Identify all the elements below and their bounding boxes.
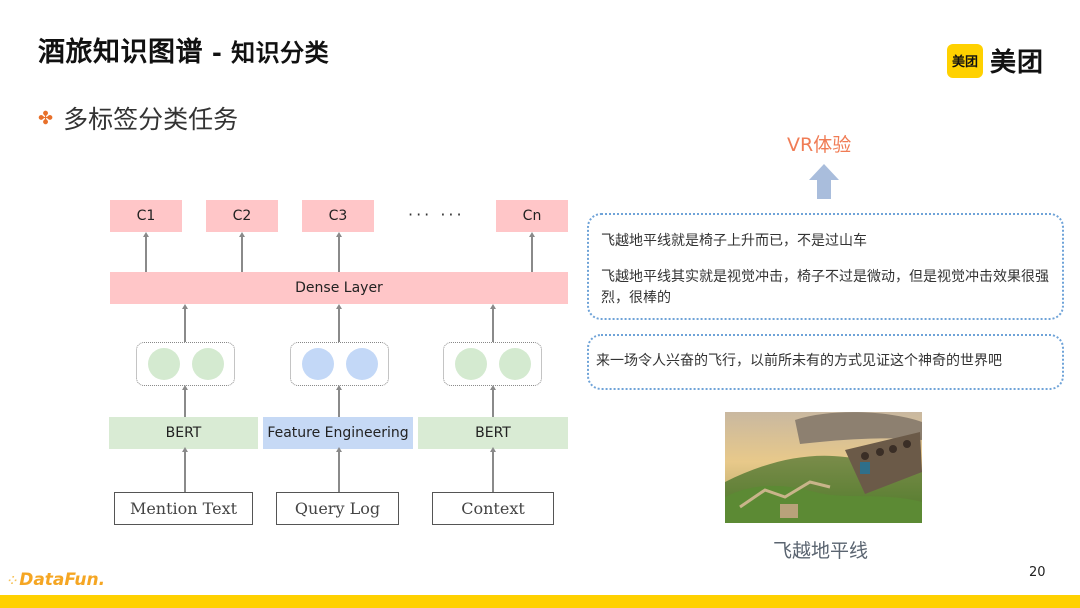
embedding-node <box>498 348 531 380</box>
embedding-mention <box>136 342 235 386</box>
datafun-logo: ⁘ DataFun. <box>8 570 105 590</box>
bullet-flower-icon: ✤ <box>38 107 54 129</box>
target-label: VR体验 <box>787 134 852 156</box>
dots-icon: ⁘ <box>8 573 18 587</box>
line-input3 <box>490 447 495 492</box>
page-number: 20 <box>1029 565 1046 580</box>
arrow-dense-to-c1 <box>143 232 148 272</box>
attraction-photo <box>725 412 922 523</box>
slide-title: 酒旅知识图谱 - 知识分类 <box>38 30 329 69</box>
embedding-node <box>454 348 487 380</box>
bullet-point: ✤ 多标签分类任务 <box>38 100 238 136</box>
title-main: 酒旅知识图谱 <box>38 37 203 68</box>
datafun-wordmark: DataFun. <box>19 570 106 590</box>
encoder-bert-mention: BERT <box>109 417 258 449</box>
class-box-c1: C1 <box>110 200 182 232</box>
description-box: 来一场令人兴奋的飞行，以前所未有的方式见证这个神奇的世界吧 <box>587 334 1064 390</box>
review-text: 飞越地平线就是椅子上升而已，不是过山车 <box>601 233 867 249</box>
embedding-query <box>290 342 389 386</box>
ellipsis: ··· ··· <box>408 205 465 224</box>
class-box-cn: Cn <box>496 200 568 232</box>
reviews-box: 飞越地平线就是椅子上升而已，不是过山车 飞越地平线其实就是视觉冲击，椅子不过是微… <box>587 213 1064 320</box>
arrow-emb2-to-dense <box>336 304 341 342</box>
footer-bar <box>0 595 1080 608</box>
encoder-feature-engineering: Feature Engineering <box>263 417 413 449</box>
line-input2 <box>336 447 341 492</box>
embedding-node <box>345 348 378 380</box>
input-mention-text: Mention Text <box>114 492 253 525</box>
arrow-emb3-to-dense <box>490 304 495 342</box>
arrow-dense-to-c3 <box>336 232 341 272</box>
line-input1 <box>182 447 187 492</box>
class-box-c3: C3 <box>302 200 374 232</box>
embedding-context <box>443 342 542 386</box>
bullet-text: 多标签分类任务 <box>63 105 239 134</box>
arrow-emb1-to-dense <box>182 304 187 342</box>
title-separator: - <box>203 39 232 67</box>
description-text: 来一场令人兴奋的飞行，以前所未有的方式见证这个神奇的世界吧 <box>596 353 1002 369</box>
input-query-log: Query Log <box>276 492 399 525</box>
arrow-fe-to-emb <box>336 385 341 417</box>
meituan-logo: 美团 美团 <box>947 42 1044 79</box>
embedding-node <box>191 348 224 380</box>
title-sub: 知识分类 <box>231 39 330 67</box>
encoder-bert-context: BERT <box>418 417 568 449</box>
arrow-bert2-to-emb <box>490 385 495 417</box>
embedding-node <box>147 348 180 380</box>
logo-badge: 美团 <box>947 43 983 78</box>
review-text: 飞越地平线其实就是视觉冲击，椅子不过是微动，但是视觉冲击效果很强烈，很棒的 <box>601 269 1049 306</box>
up-arrow-icon <box>808 163 840 205</box>
logo-word: 美团 <box>990 48 1045 78</box>
arrow-dense-to-cn <box>529 232 534 272</box>
photo-caption: 飞越地平线 <box>773 540 869 562</box>
arrow-dense-to-c2 <box>239 232 244 272</box>
embedding-node <box>301 348 334 380</box>
dense-layer: Dense Layer <box>110 272 568 304</box>
arrow-bert1-to-emb <box>182 385 187 417</box>
input-context: Context <box>432 492 554 525</box>
class-box-c2: C2 <box>206 200 278 232</box>
